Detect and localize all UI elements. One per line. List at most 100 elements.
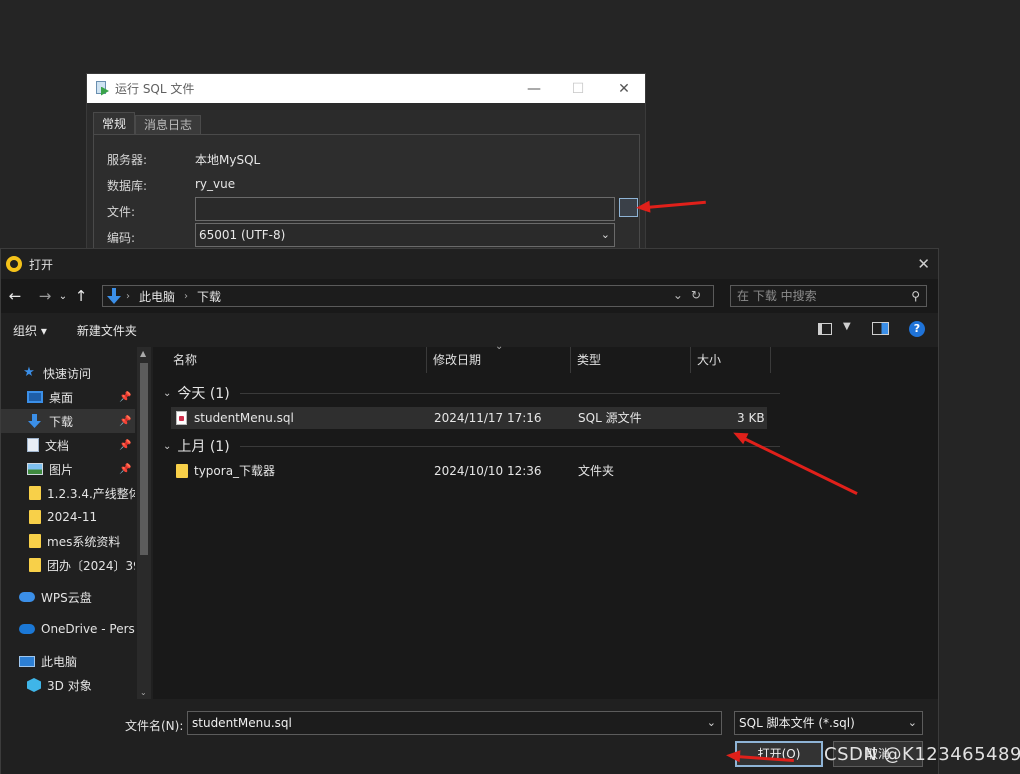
sort-chevron-icon: ⌄ (495, 341, 504, 352)
back-arrow-icon[interactable]: ← (4, 287, 26, 305)
cube-icon (27, 678, 41, 692)
column-header-size[interactable]: 大小 (691, 347, 771, 373)
filename-input[interactable]: studentMenu.sql ⌄ (187, 711, 722, 735)
nav-item-quick-access[interactable]: ★ 快速访问 (1, 361, 135, 385)
nav-item-label: 桌面 (49, 390, 74, 405)
scrollbar-thumb[interactable] (140, 363, 148, 555)
nav-item-label: 此电脑 (41, 654, 78, 669)
chevron-down-icon[interactable]: ▼ (843, 321, 851, 332)
column-headers: 名称 修改日期 ⌄ 类型 大小 (153, 341, 938, 373)
chevron-right-icon: › (184, 290, 189, 302)
onedrive-icon (19, 624, 35, 634)
file-row[interactable]: typora_下载器 2024/10/10 12:36 文件夹 (171, 460, 767, 482)
nav-item-folder[interactable]: mes系统资料 (1, 529, 135, 553)
pin-icon: 📌 (119, 439, 132, 451)
help-icon[interactable]: ? (909, 321, 925, 337)
open-dialog-titlebar: 打开 ✕ (1, 249, 938, 279)
folder-icon (29, 558, 41, 572)
open-button[interactable]: 打开(O) (735, 741, 823, 767)
file-label: 文件: (107, 205, 136, 219)
open-file-dialog: 打开 ✕ ← → ⌄ ↑ › 此电脑 › 下载 ⌄↻ 在 下载 中搜索 ⚲ 组织… (0, 248, 939, 774)
group-header-today[interactable]: ⌄ 今天 (1) (163, 383, 780, 403)
command-toolbar: 组织 ▾ 新建文件夹 ▼ ? (1, 313, 938, 347)
cloud-icon (19, 592, 35, 602)
chevron-right-icon: › (126, 290, 130, 302)
up-arrow-icon[interactable]: ↑ (70, 287, 92, 305)
star-icon: ★ (23, 365, 35, 380)
preview-pane-icon[interactable] (872, 322, 889, 335)
nav-scrollbar[interactable]: ▲ ⌄ (137, 347, 151, 699)
download-icon (107, 288, 121, 304)
file-row[interactable]: studentMenu.sql 2024/11/17 17:16 SQL 源文件… (171, 407, 767, 429)
recent-locations-chevron-icon[interactable]: ⌄ (56, 291, 70, 302)
breadcrumb-this-pc[interactable]: 此电脑 (139, 288, 175, 305)
computer-icon (19, 655, 35, 667)
file-path-input[interactable] (195, 197, 615, 221)
sql-dialog-panel: 服务器: 本地MySQL 数据库: ry_vue 文件: 编码: 65001 (… (93, 134, 640, 264)
file-type: SQL 源文件 (578, 411, 642, 425)
nav-item-folder[interactable]: 1.2.3.4.产线整体 (1, 481, 135, 505)
file-date: 2024/10/10 12:36 (434, 464, 542, 478)
breadcrumb-downloads[interactable]: 下载 (197, 288, 221, 305)
server-label: 服务器: (107, 153, 148, 167)
search-icon: ⚲ (911, 289, 920, 303)
nav-item-3d-objects[interactable]: 3D 对象 (1, 673, 135, 697)
nav-item-onedrive[interactable]: OneDrive - Perso (1, 617, 135, 641)
server-value: 本地MySQL (195, 153, 261, 167)
nav-item-label: 3D 对象 (47, 678, 92, 693)
chevron-down-icon: ⌄ (600, 228, 610, 241)
nav-item-folder[interactable]: 2024-11 (1, 505, 135, 529)
sql-dialog-titlebar: 运行 SQL 文件 — ☐ ✕ (87, 74, 645, 103)
chevron-up-icon[interactable]: ▲ (140, 349, 146, 358)
close-icon[interactable]: ✕ (601, 74, 647, 103)
picture-icon (27, 463, 43, 475)
filename-value: studentMenu.sql (192, 716, 292, 730)
group-divider (239, 392, 780, 394)
nav-item-label: 下载 (49, 414, 74, 429)
database-value: ry_vue (195, 177, 236, 191)
nav-item-wps-cloud[interactable]: WPS云盘 (1, 585, 135, 609)
close-icon[interactable]: ✕ (917, 255, 930, 273)
file-type-select[interactable]: SQL 脚本文件 (*.sql) ⌄ (734, 711, 923, 735)
file-type-value: SQL 脚本文件 (*.sql) (739, 716, 855, 730)
encoding-value: 65001 (UTF-8) (199, 228, 286, 242)
organize-button[interactable]: 组织 ▾ (13, 322, 47, 339)
column-header-name[interactable]: 名称 (167, 347, 427, 373)
file-name: studentMenu.sql (194, 411, 294, 425)
nav-item-documents[interactable]: 文档 📌 (1, 433, 135, 457)
annotation-arrow (645, 200, 706, 209)
nav-item-downloads[interactable]: 下载 📌 (1, 409, 135, 433)
view-options-icon[interactable] (818, 323, 832, 335)
nav-item-folder[interactable]: 团办〔2024〕39 (1, 553, 135, 577)
nav-item-label: 文档 (45, 438, 70, 453)
nav-item-label: 团办〔2024〕39 (47, 558, 135, 573)
chevron-down-icon[interactable]: ⌄ (140, 688, 147, 697)
encoding-select[interactable]: 65001 (UTF-8) ⌄ (195, 223, 615, 247)
tab-general[interactable]: 常规 (93, 112, 136, 135)
forward-arrow-icon[interactable]: → (34, 287, 56, 305)
nav-item-label: mes系统资料 (47, 534, 121, 549)
desktop-icon (27, 391, 43, 403)
app-logo-icon (6, 256, 22, 272)
minimize-icon[interactable]: — (511, 74, 557, 103)
new-folder-button[interactable]: 新建文件夹 (77, 322, 137, 339)
chevron-down-icon[interactable]: ⌄ (707, 712, 716, 734)
column-header-type[interactable]: 类型 (571, 347, 691, 373)
tab-message-log[interactable]: 消息日志 (135, 115, 202, 135)
group-header-last-month[interactable]: ⌄ 上月 (1) (163, 436, 780, 456)
address-bar[interactable]: › 此电脑 › 下载 ⌄↻ (102, 285, 714, 307)
group-divider (239, 445, 780, 447)
nav-item-pictures[interactable]: 图片 📌 (1, 457, 135, 481)
nav-item-desktop[interactable]: 桌面 📌 (1, 385, 135, 409)
search-input[interactable]: 在 下载 中搜索 ⚲ (730, 285, 927, 307)
open-dialog-title: 打开 (29, 257, 54, 272)
group-label: 今天 (1) (177, 386, 230, 402)
refresh-icon[interactable]: ⌄↻ (673, 288, 709, 302)
document-icon (27, 438, 39, 452)
nav-item-label: 1.2.3.4.产线整体 (47, 486, 135, 501)
nav-item-this-pc[interactable]: 此电脑 (1, 649, 135, 673)
chevron-down-icon: ⌄ (163, 387, 172, 399)
run-sql-icon (95, 80, 109, 97)
file-date: 2024/11/17 17:16 (434, 411, 542, 425)
navigation-bar: ← → ⌄ ↑ › 此电脑 › 下载 ⌄↻ 在 下载 中搜索 ⚲ (1, 279, 938, 313)
